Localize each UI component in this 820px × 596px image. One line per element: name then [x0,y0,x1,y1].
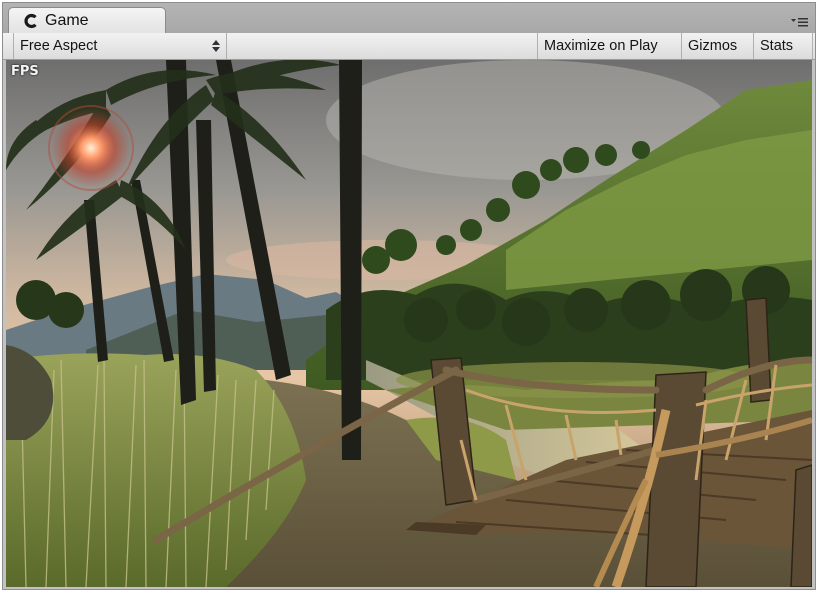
aspect-dropdown[interactable]: Free Aspect [13,33,227,59]
game-toolbar: Free Aspect Maximize on Play Gizmos Stat… [3,33,815,60]
game-window: Game Free Aspect Maximize on Play Gizmos [2,2,816,590]
tab-game[interactable]: Game [8,7,166,34]
tab-label: Game [45,12,89,29]
maximize-on-play-label: Maximize on Play [544,38,658,54]
gizmos-toggle[interactable]: Gizmos [681,33,753,59]
dropdown-arrows-icon [212,40,220,52]
game-scene [6,60,812,587]
panel-menu-icon[interactable] [791,16,809,28]
maximize-on-play-toggle[interactable]: Maximize on Play [537,33,681,59]
stats-label: Stats [760,38,794,54]
aspect-label: Free Aspect [20,38,98,54]
tab-strip: Game [3,3,815,34]
gizmos-label: Gizmos [688,38,738,54]
fps-label: FPS [11,64,39,79]
game-viewport[interactable]: FPS [6,60,812,587]
stats-toggle[interactable]: Stats [753,33,813,59]
unity-game-icon [23,13,39,29]
